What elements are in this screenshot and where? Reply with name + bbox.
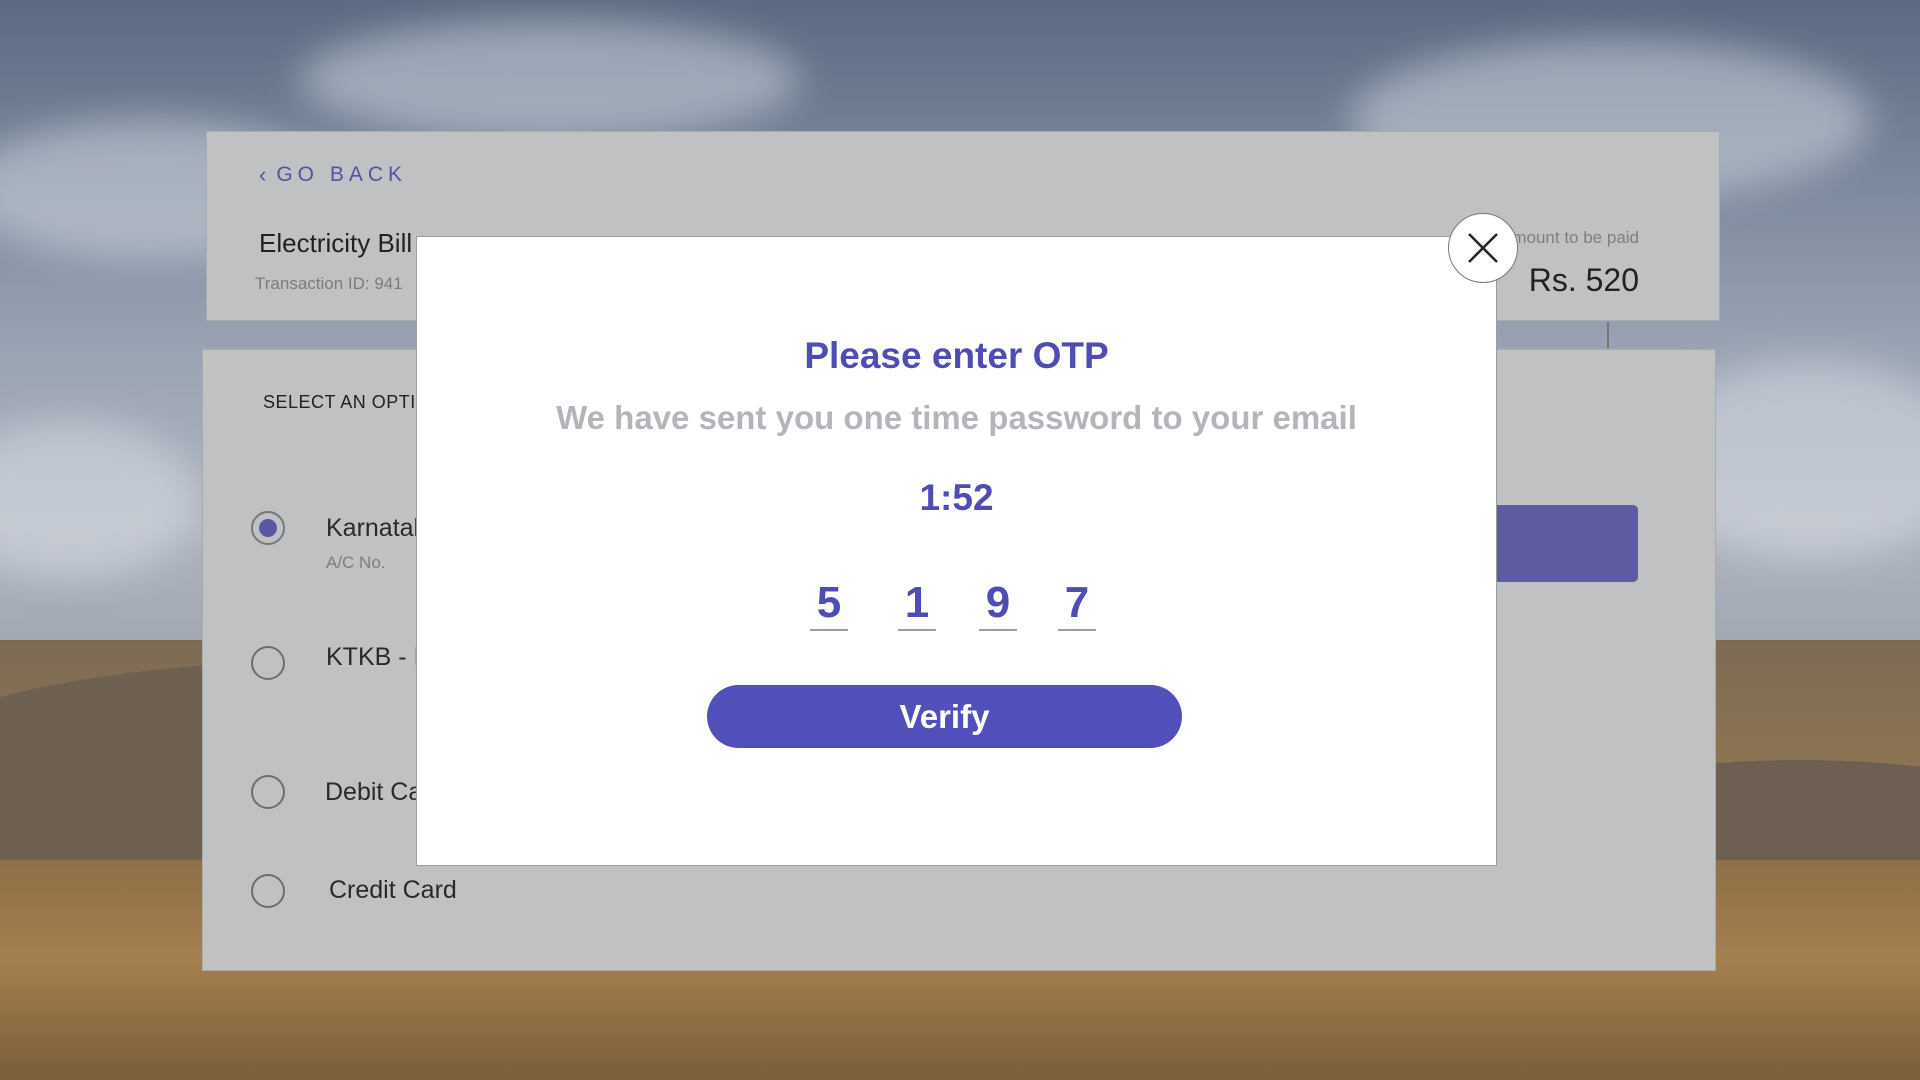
radio-credit-card[interactable] <box>251 874 285 908</box>
option-sub: A/C No. <box>326 553 386 572</box>
modal-title: Please enter OTP <box>804 335 1109 376</box>
otp-digit-1[interactable] <box>810 577 848 631</box>
divider <box>1607 322 1609 348</box>
amount-value: Rs. 520 <box>1528 262 1639 298</box>
go-back-label: GO BACK <box>276 163 408 186</box>
go-back-link[interactable]: ‹ GO BACK <box>259 162 407 188</box>
option-label: KTKB - I <box>326 643 421 671</box>
verify-label: Verify <box>899 697 990 735</box>
otp-digit-3[interactable] <box>979 577 1017 631</box>
bill-title: Electricity Bill <box>259 228 413 258</box>
otp-digit-4[interactable] <box>1058 577 1096 631</box>
modal-subtitle: We have sent you one time password to yo… <box>556 399 1357 436</box>
close-modal-button[interactable] <box>1448 213 1518 283</box>
radio-karnataka[interactable] <box>251 511 285 545</box>
transaction-id: Transaction ID: 941 <box>255 274 403 293</box>
amount-label: Amount to be paid <box>1501 228 1639 247</box>
verify-button[interactable]: Verify <box>707 685 1182 748</box>
otp-timer: 1:52 <box>919 477 994 518</box>
radio-ktkb[interactable] <box>251 646 285 680</box>
otp-modal: Please enter OTP We have sent you one ti… <box>416 236 1497 866</box>
otp-digit-2[interactable] <box>898 577 936 631</box>
otp-input-row <box>810 577 1110 677</box>
option-label: Credit Card <box>329 876 457 904</box>
chevron-left-icon: ‹ <box>259 162 267 187</box>
close-icon <box>1468 233 1498 263</box>
radio-debit-card[interactable] <box>251 775 285 809</box>
cloud <box>300 20 800 140</box>
